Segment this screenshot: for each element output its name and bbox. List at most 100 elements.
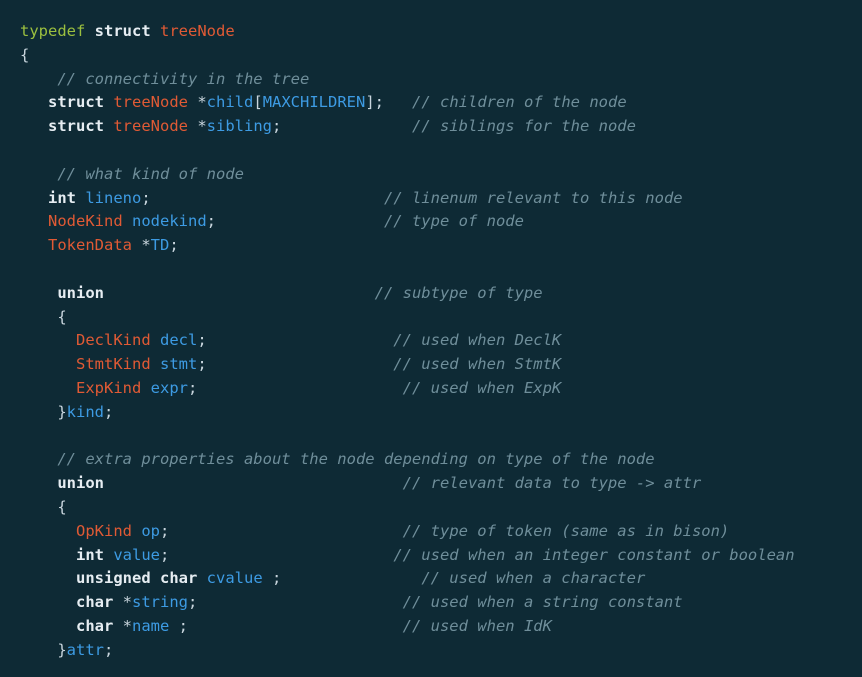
code-editor[interactable]: typedef struct treeNode { // connectivity… [0, 0, 862, 677]
keyword-typedef: typedef [20, 22, 86, 40]
keyword-unsigned-char: unsigned char [76, 569, 198, 588]
keyword-char: char [76, 593, 114, 612]
type-name: treeNode [113, 117, 188, 136]
code-line: ExpKind expr; // used when ExpK [20, 377, 862, 401]
field-name: stmt [160, 355, 198, 374]
field-name: string [132, 593, 188, 612]
code-token: ; [197, 331, 394, 350]
code-token: ; [141, 188, 384, 207]
code-line: unsigned char cvalue ; // used when a ch… [20, 567, 862, 591]
comment: // used when an integer constant or bool… [393, 545, 795, 564]
comment: // used when ExpK [402, 378, 562, 397]
code-token: ; [104, 402, 114, 421]
comment: // linenum relevant to this node [383, 188, 683, 207]
code-line: struct treeNode *sibling; // siblings fo… [20, 115, 862, 139]
code-token: * [188, 117, 207, 136]
keyword-union: union [57, 474, 104, 493]
code-token: ; [169, 236, 179, 255]
code-line: OpKind op; // type of token (same as in … [20, 520, 862, 544]
code-line: DeclKind decl; // used when DeclK [20, 329, 862, 353]
brace-open: { [57, 307, 67, 326]
comment: // connectivity in the tree [57, 69, 310, 88]
field-name: cvalue [206, 569, 263, 588]
field-name: lineno [85, 188, 142, 207]
field-name: expr [150, 378, 188, 397]
comment: // type of node [383, 212, 524, 231]
code-token: ; [197, 355, 394, 374]
code-line: NodeKind nodekind; // type of node [20, 210, 862, 234]
type-name: ExpKind [76, 378, 142, 397]
code-token: ; [188, 593, 403, 612]
code-token: ; [160, 545, 394, 564]
type-name: OpKind [76, 521, 132, 540]
code-token: * [188, 93, 207, 112]
code-line: int lineno; // linenum relevant to this … [20, 187, 862, 211]
code-line: // what kind of node [20, 163, 862, 187]
keyword-int: int [76, 545, 104, 564]
field-name: TD [150, 236, 170, 255]
keyword-struct: struct [48, 117, 104, 136]
brace-open: { [57, 497, 67, 516]
comment: // type of token (same as in bison) [402, 521, 730, 540]
comment: // used when StmtK [393, 355, 562, 374]
field-name: nodekind [132, 212, 207, 231]
field-name: attr [66, 640, 104, 659]
comment: // used when a character [421, 569, 646, 588]
brace-open: { [20, 45, 30, 64]
code-token: ; [272, 117, 412, 136]
code-token: ; [169, 616, 403, 635]
brace-close: } [57, 640, 67, 659]
code-line: }attr; [20, 639, 862, 663]
type-name: DeclKind [76, 331, 151, 350]
code-token: [ [253, 93, 263, 112]
code-line: union // subtype of type [20, 282, 862, 306]
field-name: child [206, 93, 254, 112]
code-token: * [113, 593, 132, 612]
code-line: struct treeNode *child[MAXCHILDREN]; // … [20, 91, 862, 115]
code-line: // extra properties about the node depen… [20, 448, 862, 472]
code-token: ; [104, 640, 114, 659]
type-name: treeNode [160, 22, 235, 40]
code-line: { [20, 44, 862, 68]
type-name: NodeKind [48, 212, 123, 231]
macro-name: MAXCHILDREN [262, 93, 366, 112]
keyword-int: int [48, 188, 76, 207]
code-token: * [132, 236, 151, 255]
field-name: sibling [206, 117, 272, 136]
comment: // subtype of type [374, 283, 543, 302]
code-line: { [20, 306, 862, 330]
keyword-union: union [57, 283, 104, 302]
field-name: name [132, 616, 170, 635]
